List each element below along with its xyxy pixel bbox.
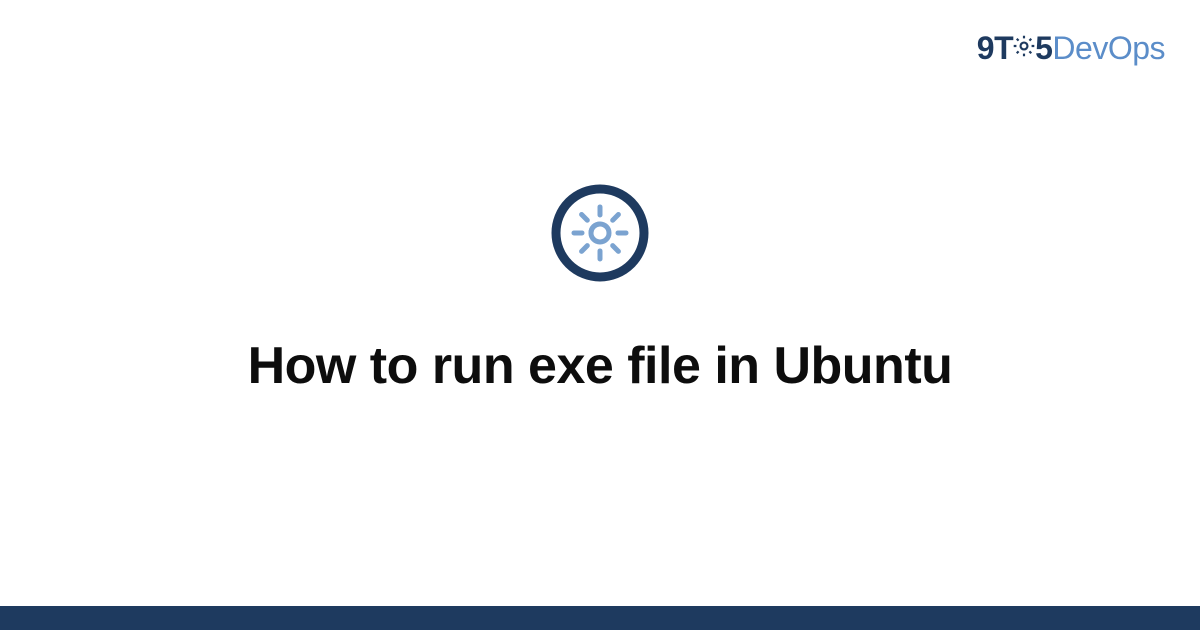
gear-icon <box>1011 30 1037 67</box>
logo-text-devops: DevOps <box>1052 30 1165 66</box>
settings-gear-icon <box>550 183 650 288</box>
brand-logo: 9T 5DevOps <box>977 30 1165 69</box>
main-content: How to run exe file in Ubuntu <box>0 183 1200 396</box>
logo-text-9t: 9T <box>977 30 1013 66</box>
page-title: How to run exe file in Ubuntu <box>248 336 953 396</box>
logo-text-5: 5 <box>1035 30 1052 66</box>
footer-bar <box>0 606 1200 630</box>
